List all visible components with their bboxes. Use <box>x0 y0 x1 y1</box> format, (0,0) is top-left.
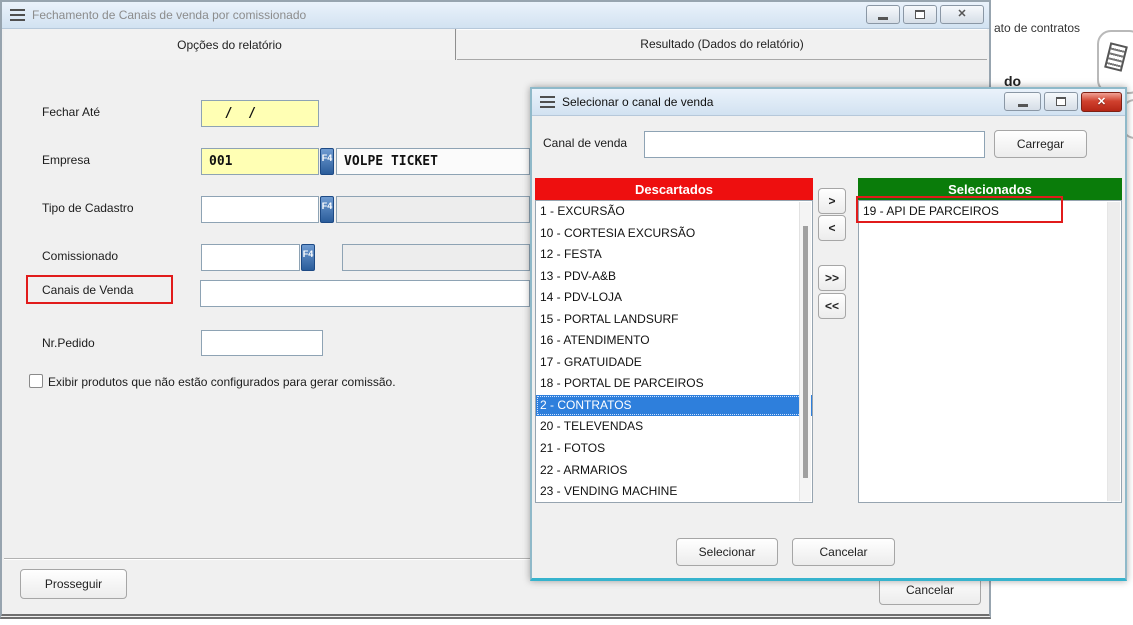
dialog-titlebar[interactable]: Selecionar o canal de venda ✕ <box>532 89 1125 116</box>
fechar-ate-label: Fechar Até <box>42 105 100 119</box>
list-item[interactable]: 21 - FOTOS <box>536 438 812 460</box>
empresa-name-display: VOLPE TICKET <box>336 148 530 175</box>
maximize-button[interactable] <box>903 5 937 24</box>
note-glyph-icon <box>1104 42 1128 72</box>
fechar-ate-value: / / <box>202 101 318 126</box>
empresa-code-value: 001 <box>202 149 318 174</box>
close-button[interactable]: ✕ <box>940 5 984 24</box>
move-all-right-button[interactable]: >> <box>818 265 846 291</box>
list-item[interactable]: 15 - PORTAL LANDSURF <box>536 309 812 331</box>
dialog-close-button[interactable]: ✕ <box>1081 92 1122 112</box>
move-all-left-button[interactable]: << <box>818 293 846 319</box>
list-item[interactable]: 22 - ARMARIOS <box>536 460 812 482</box>
menu-icon[interactable] <box>540 96 555 108</box>
nr-pedido-input[interactable] <box>201 330 323 356</box>
canais-venda-label: Canais de Venda <box>42 283 133 297</box>
list-item[interactable]: 18 - PORTAL DE PARCEIROS <box>536 373 812 395</box>
list-item[interactable]: 2 - CONTRATOS <box>536 395 812 417</box>
empresa-f4-lookup-icon[interactable]: F4 <box>320 148 334 175</box>
close-icon: ✕ <box>957 9 966 20</box>
list-item[interactable]: 19 - API DE PARCEIROS <box>859 201 1121 223</box>
tab-label: Opções do relatório <box>177 38 282 52</box>
comissionado-name-display <box>342 244 530 271</box>
nr-pedido-label: Nr.Pedido <box>42 336 95 350</box>
exibir-produtos-checkbox[interactable] <box>29 374 43 388</box>
dialog-minimize-button[interactable] <box>1004 92 1041 111</box>
dialog-title: Selecionar o canal de venda <box>562 95 713 109</box>
comissionado-f4-lookup-icon[interactable]: F4 <box>301 244 315 271</box>
tipo-cadastro-label: Tipo de Cadastro <box>42 201 134 215</box>
canal-de-venda-input[interactable] <box>644 131 985 158</box>
empresa-label: Empresa <box>42 153 90 167</box>
main-window-title: Fechamento de Canais de venda por comiss… <box>32 8 306 22</box>
tab-opcoes-relatorio[interactable]: Opções do relatório <box>4 29 456 60</box>
list-item[interactable]: 20 - TELEVENDAS <box>536 416 812 438</box>
prosseguir-button[interactable]: Prosseguir <box>20 569 127 599</box>
selecionar-button[interactable]: Selecionar <box>676 538 778 566</box>
list-item[interactable]: 12 - FESTA <box>536 244 812 266</box>
minimize-icon <box>878 17 888 20</box>
selecionados-listbox: 19 - API DE PARCEIROS <box>858 200 1122 503</box>
list-item[interactable]: 17 - GRATUIDADE <box>536 352 812 374</box>
comissionado-code-input[interactable] <box>201 244 300 271</box>
minimize-button[interactable] <box>866 5 900 24</box>
list-item[interactable]: 13 - PDV-A&B <box>536 266 812 288</box>
descartados-listbox: 1 - EXCURSÃO10 - CORTESIA EXCURSÃO12 - F… <box>535 200 813 503</box>
empresa-code-input[interactable]: 001 <box>201 148 319 175</box>
carregar-button[interactable]: Carregar <box>994 130 1087 158</box>
tipo-cadastro-code-input[interactable] <box>201 196 319 223</box>
maximize-icon <box>915 10 925 19</box>
descartados-scrollbar[interactable] <box>799 202 811 501</box>
tipo-cadastro-name-display <box>336 196 530 223</box>
canais-venda-input[interactable] <box>200 280 530 307</box>
fechar-ate-input[interactable]: / / <box>201 100 319 127</box>
comissionado-label: Comissionado <box>42 249 118 263</box>
main-titlebar[interactable]: Fechamento de Canais de venda por comiss… <box>2 2 989 29</box>
selecionados-header: Selecionados <box>858 178 1122 200</box>
empresa-name-value: VOLPE TICKET <box>337 149 529 174</box>
selecionados-items: 19 - API DE PARCEIROS <box>859 201 1121 223</box>
move-right-button[interactable]: > <box>818 188 846 214</box>
tipo-cadastro-f4-lookup-icon[interactable]: F4 <box>320 196 334 223</box>
close-icon: ✕ <box>1097 97 1106 108</box>
tab-resultado[interactable]: Resultado (Dados do relatório) <box>457 29 987 60</box>
selecionar-canal-dialog: Selecionar o canal de venda ✕ Canal de v… <box>530 87 1127 581</box>
background-text: ato de contratos <box>994 21 1080 35</box>
tabbar: Opções do relatório Resultado (Dados do … <box>2 29 989 60</box>
exibir-produtos-label: Exibir produtos que não estão configurad… <box>48 375 396 389</box>
minimize-icon <box>1018 104 1028 107</box>
note-icon[interactable] <box>1097 30 1133 94</box>
list-item[interactable]: 23 - VENDING MACHINE <box>536 481 812 503</box>
list-item[interactable]: 10 - CORTESIA EXCURSÃO <box>536 223 812 245</box>
maximize-icon <box>1056 97 1066 106</box>
canal-de-venda-label: Canal de venda <box>543 136 627 150</box>
tab-label: Resultado (Dados do relatório) <box>640 37 803 51</box>
dialog-maximize-button[interactable] <box>1044 92 1078 111</box>
list-item[interactable]: 14 - PDV-LOJA <box>536 287 812 309</box>
move-left-button[interactable]: < <box>818 215 846 241</box>
scrollbar-thumb[interactable] <box>803 226 808 478</box>
descartados-items: 1 - EXCURSÃO10 - CORTESIA EXCURSÃO12 - F… <box>536 201 812 503</box>
dialog-cancelar-button[interactable]: Cancelar <box>792 538 895 566</box>
menu-icon[interactable] <box>10 9 25 21</box>
selecionados-scrollbar[interactable] <box>1107 202 1120 501</box>
screen: ato de contratos do Fechamento de Canais… <box>0 0 1133 625</box>
descartados-header: Descartados <box>535 178 813 200</box>
list-item[interactable]: 16 - ATENDIMENTO <box>536 330 812 352</box>
list-item[interactable]: 1 - EXCURSÃO <box>536 201 812 223</box>
